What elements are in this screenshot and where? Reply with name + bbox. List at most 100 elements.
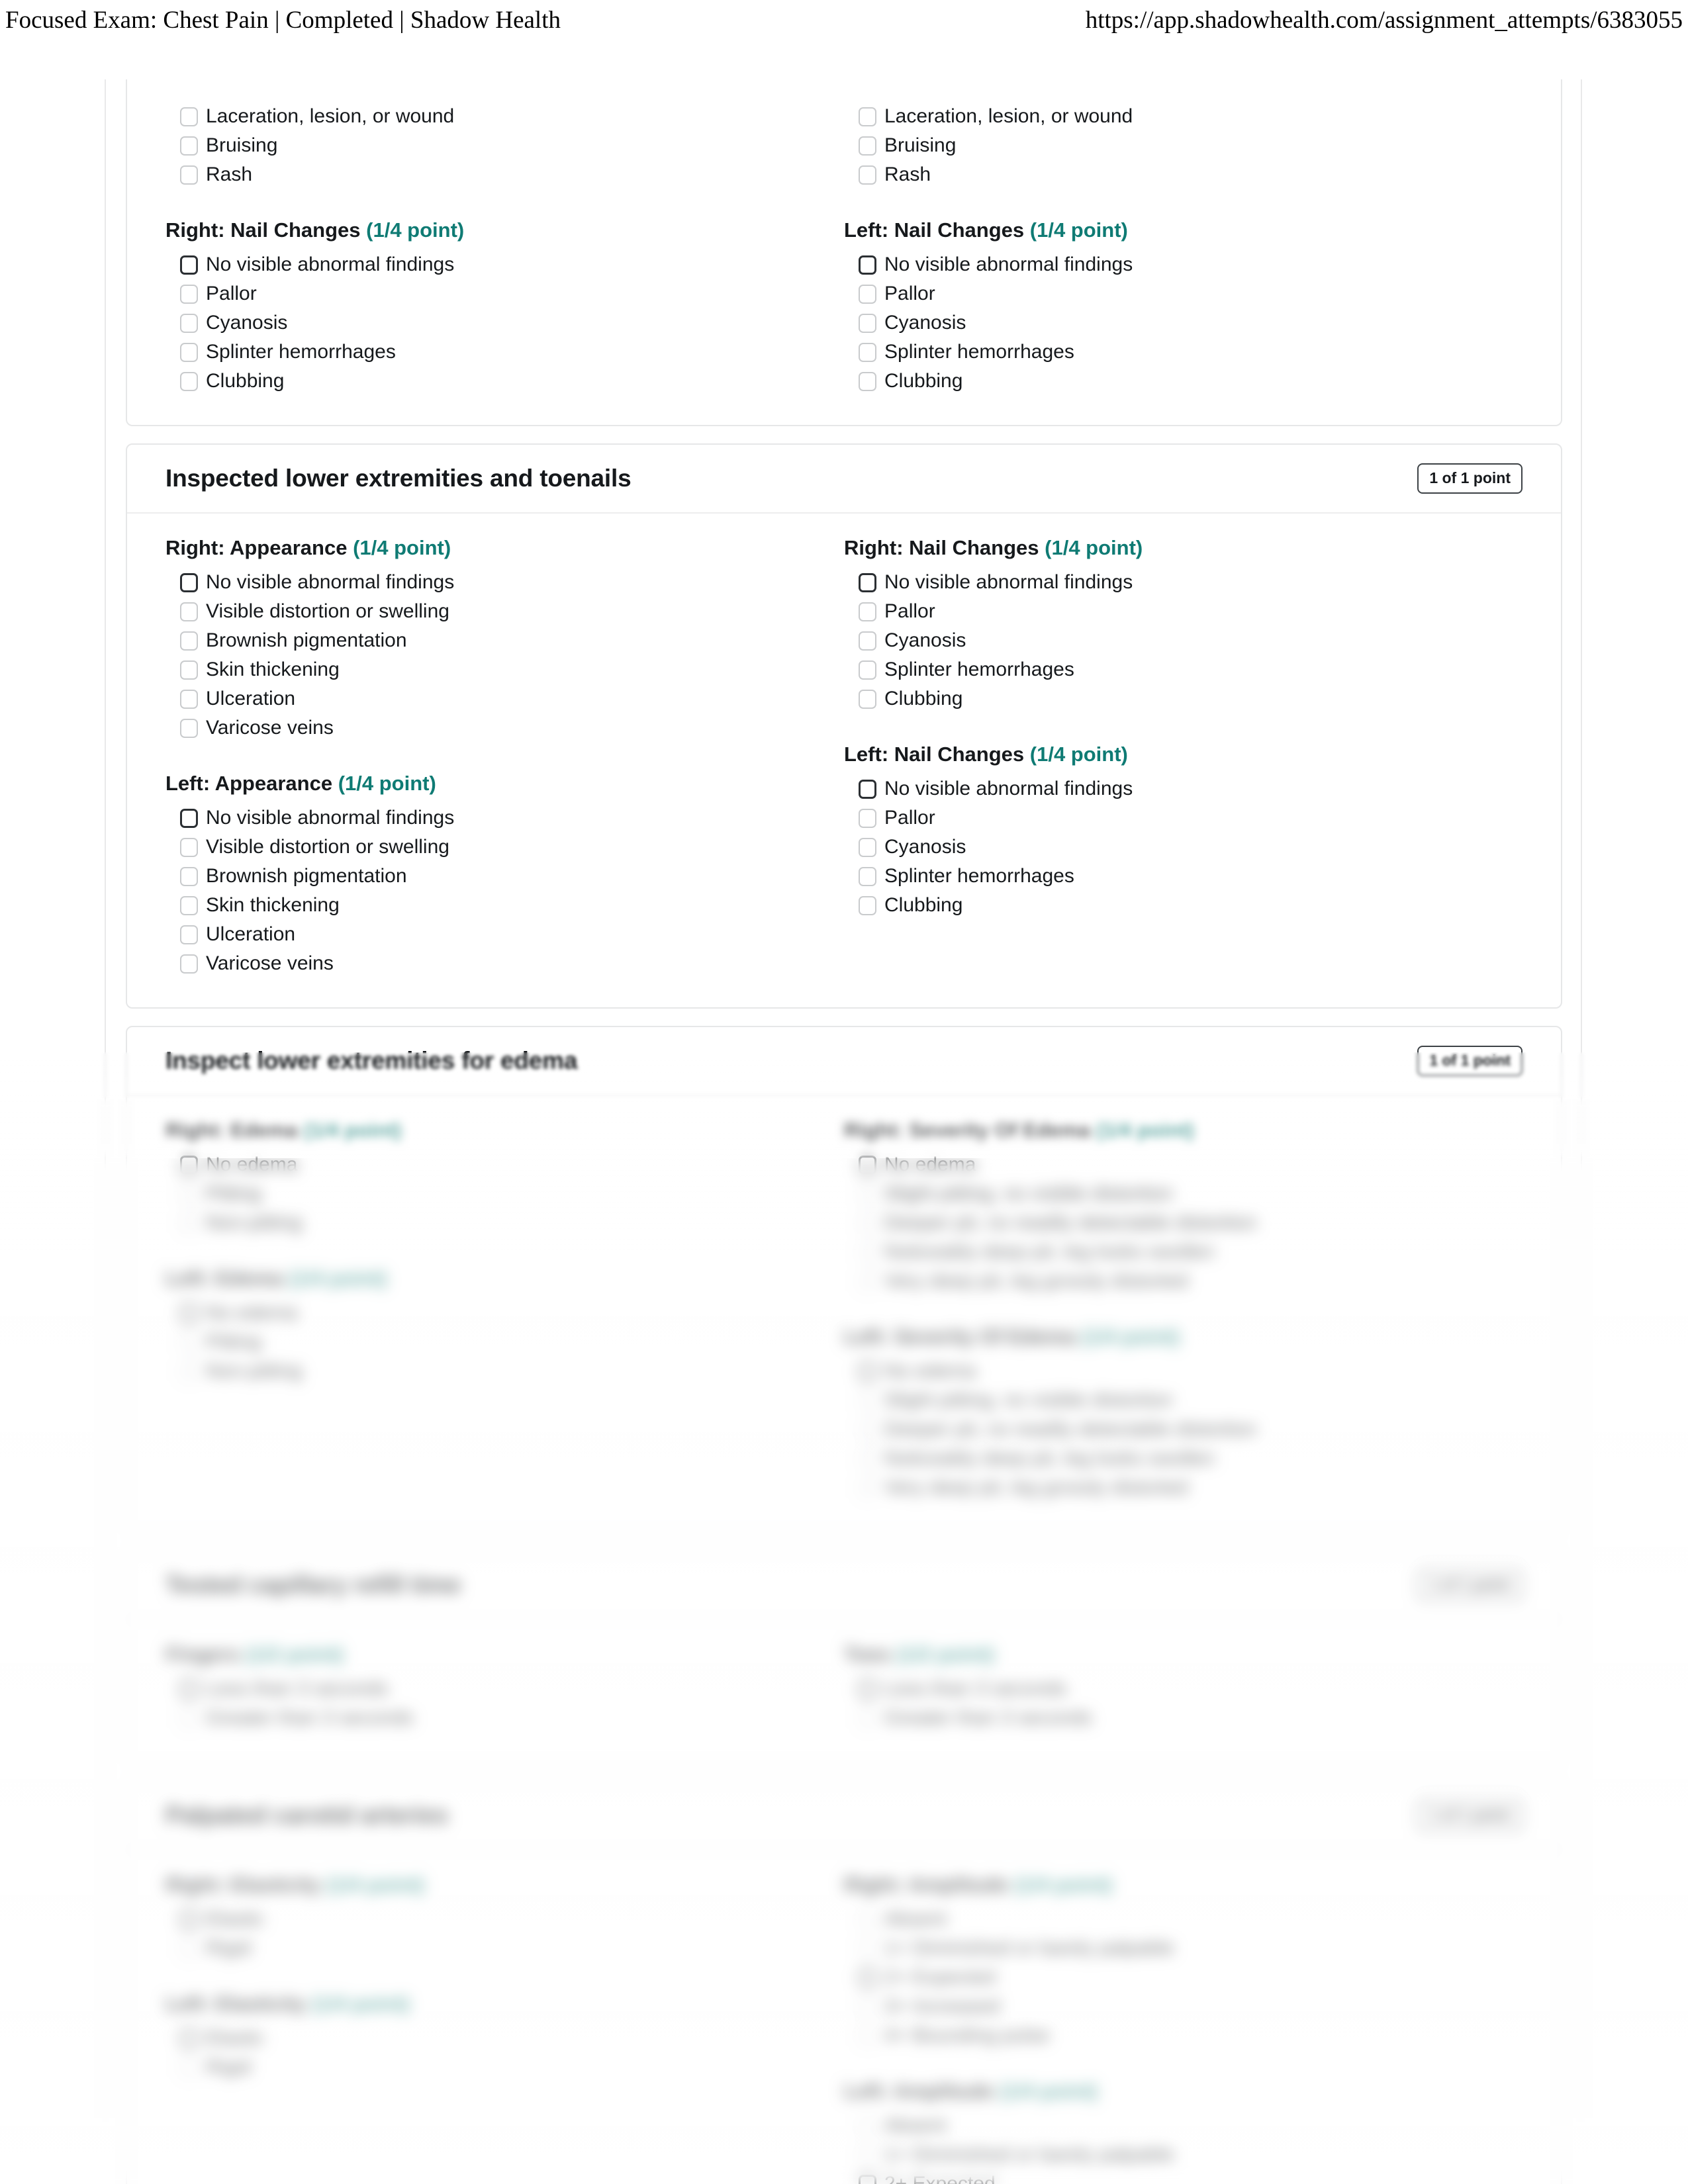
- checkbox-icon[interactable]: [859, 1271, 876, 1291]
- checkbox-icon[interactable]: [859, 1390, 876, 1410]
- checkbox-row[interactable]: Splinter hemorrhages: [844, 338, 1496, 367]
- checkbox-row[interactable]: Cyanosis: [844, 833, 1496, 862]
- checkbox-icon[interactable]: [859, 1361, 876, 1381]
- checkbox-icon[interactable]: [859, 1997, 876, 2017]
- checkbox-icon[interactable]: [859, 284, 876, 304]
- checkbox-row[interactable]: Clubbing: [844, 891, 1496, 920]
- checkbox-icon[interactable]: [180, 165, 198, 185]
- checkbox-row[interactable]: Varicose veins: [165, 949, 818, 978]
- checkbox-icon[interactable]: [180, 895, 198, 915]
- checkbox-row[interactable]: Pallor: [844, 279, 1496, 308]
- checkbox-icon[interactable]: [859, 572, 876, 592]
- checkbox-icon[interactable]: [859, 689, 876, 709]
- checkbox-row[interactable]: Varicose veins: [165, 713, 818, 743]
- checkbox-icon[interactable]: [180, 1213, 198, 1233]
- checkbox-icon[interactable]: [180, 1303, 198, 1323]
- checkbox-icon[interactable]: [180, 866, 198, 886]
- checkbox-icon[interactable]: [859, 1909, 876, 1929]
- checkbox-row[interactable]: No edema: [844, 1150, 1496, 1179]
- checkbox-icon[interactable]: [859, 255, 876, 275]
- checkbox-icon[interactable]: [180, 631, 198, 651]
- checkbox-icon[interactable]: [859, 1449, 876, 1469]
- checkbox-row[interactable]: Absent: [844, 1905, 1496, 1934]
- checkbox-row[interactable]: Slight pitting, no visible distortion: [844, 1179, 1496, 1208]
- checkbox-icon[interactable]: [180, 136, 198, 156]
- checkbox-row[interactable]: Non-pitting: [165, 1208, 818, 1238]
- checkbox-icon[interactable]: [180, 1361, 198, 1381]
- checkbox-row[interactable]: No edema: [165, 1298, 818, 1328]
- checkbox-icon[interactable]: [180, 572, 198, 592]
- checkbox-icon[interactable]: [180, 2058, 198, 2077]
- checkbox-icon[interactable]: [180, 342, 198, 362]
- checkbox-icon[interactable]: [859, 1420, 876, 1439]
- checkbox-row[interactable]: Skin thickening: [165, 655, 818, 684]
- checkbox-row[interactable]: Skin thickening: [165, 891, 818, 920]
- checkbox-icon[interactable]: [180, 371, 198, 391]
- checkbox-row[interactable]: 3+ Increased: [844, 1992, 1496, 2021]
- checkbox-row[interactable]: Bruising: [844, 131, 1496, 160]
- checkbox-icon[interactable]: [180, 837, 198, 857]
- checkbox-row[interactable]: 2+ Expected: [844, 1963, 1496, 1992]
- checkbox-icon[interactable]: [859, 2174, 876, 2184]
- checkbox-row[interactable]: Cyanosis: [844, 308, 1496, 338]
- checkbox-icon[interactable]: [859, 779, 876, 799]
- checkbox-icon[interactable]: [180, 808, 198, 828]
- checkbox-row[interactable]: Pallor: [844, 597, 1496, 626]
- checkbox-row[interactable]: Cyanosis: [844, 626, 1496, 655]
- checkbox-icon[interactable]: [859, 342, 876, 362]
- checkbox-icon[interactable]: [180, 718, 198, 738]
- checkbox-row[interactable]: Noticeably deep pit, leg looks swollen: [844, 1238, 1496, 1267]
- checkbox-row[interactable]: Less than 3 seconds: [844, 1674, 1496, 1704]
- checkbox-row[interactable]: Brownish pigmentation: [165, 862, 818, 891]
- checkbox-row[interactable]: 2+ Expected: [844, 2169, 1496, 2184]
- checkbox-row[interactable]: Rash: [165, 160, 818, 189]
- checkbox-row[interactable]: Ulceration: [165, 920, 818, 949]
- checkbox-row[interactable]: Brownish pigmentation: [165, 626, 818, 655]
- checkbox-icon[interactable]: [859, 1679, 876, 1699]
- checkbox-icon[interactable]: [180, 602, 198, 621]
- checkbox-icon[interactable]: [180, 107, 198, 126]
- checkbox-row[interactable]: Very deep pit, leg grossly distorted: [844, 1267, 1496, 1296]
- checkbox-row[interactable]: Bruising: [165, 131, 818, 160]
- checkbox-row[interactable]: Less than 3 seconds: [165, 1674, 818, 1704]
- checkbox-icon[interactable]: [859, 866, 876, 886]
- checkbox-row[interactable]: Clubbing: [844, 684, 1496, 713]
- checkbox-icon[interactable]: [180, 954, 198, 974]
- checkbox-row[interactable]: Deeper pit, no readily detectable distor…: [844, 1415, 1496, 1444]
- checkbox-row[interactable]: No edema: [165, 1150, 818, 1179]
- checkbox-icon[interactable]: [859, 631, 876, 651]
- checkbox-icon[interactable]: [180, 1938, 198, 1958]
- checkbox-icon[interactable]: [859, 660, 876, 680]
- checkbox-row[interactable]: Elastic: [165, 1905, 818, 1934]
- checkbox-icon[interactable]: [180, 2028, 198, 2048]
- checkbox-row[interactable]: Splinter hemorrhages: [844, 655, 1496, 684]
- checkbox-row[interactable]: Slight pitting, no visible distortion: [844, 1386, 1496, 1415]
- checkbox-row[interactable]: No visible abnormal findings: [165, 803, 818, 833]
- checkbox-icon[interactable]: [859, 1478, 876, 1498]
- checkbox-row[interactable]: Noticeably deep pit, leg looks swollen: [844, 1444, 1496, 1473]
- checkbox-row[interactable]: Rigid: [165, 2053, 818, 2082]
- checkbox-row[interactable]: No visible abnormal findings: [844, 250, 1496, 279]
- checkbox-icon[interactable]: [859, 1968, 876, 1987]
- checkbox-row[interactable]: Rash: [844, 160, 1496, 189]
- checkbox-icon[interactable]: [859, 2116, 876, 2136]
- checkbox-icon[interactable]: [859, 2145, 876, 2165]
- checkbox-row[interactable]: 1+ Diminished or barely palpable: [844, 2140, 1496, 2169]
- checkbox-row[interactable]: Clubbing: [844, 367, 1496, 396]
- checkbox-row[interactable]: Greater than 3 seconds: [844, 1704, 1496, 1733]
- checkbox-row[interactable]: Greater than 3 seconds: [165, 1704, 818, 1733]
- checkbox-row[interactable]: 1+ Diminished or barely palpable: [844, 1934, 1496, 1963]
- checkbox-icon[interactable]: [859, 837, 876, 857]
- checkbox-icon[interactable]: [859, 895, 876, 915]
- checkbox-icon[interactable]: [180, 925, 198, 944]
- checkbox-row[interactable]: Laceration, lesion, or wound: [165, 102, 818, 131]
- checkbox-icon[interactable]: [859, 808, 876, 828]
- checkbox-row[interactable]: 4+ Bounding pulse: [844, 2021, 1496, 2050]
- checkbox-icon[interactable]: [859, 107, 876, 126]
- checkbox-row[interactable]: Elastic: [165, 2024, 818, 2053]
- checkbox-icon[interactable]: [859, 1708, 876, 1728]
- checkbox-icon[interactable]: [180, 1332, 198, 1352]
- checkbox-row[interactable]: No visible abnormal findings: [844, 568, 1496, 597]
- checkbox-row[interactable]: Laceration, lesion, or wound: [844, 102, 1496, 131]
- checkbox-icon[interactable]: [180, 689, 198, 709]
